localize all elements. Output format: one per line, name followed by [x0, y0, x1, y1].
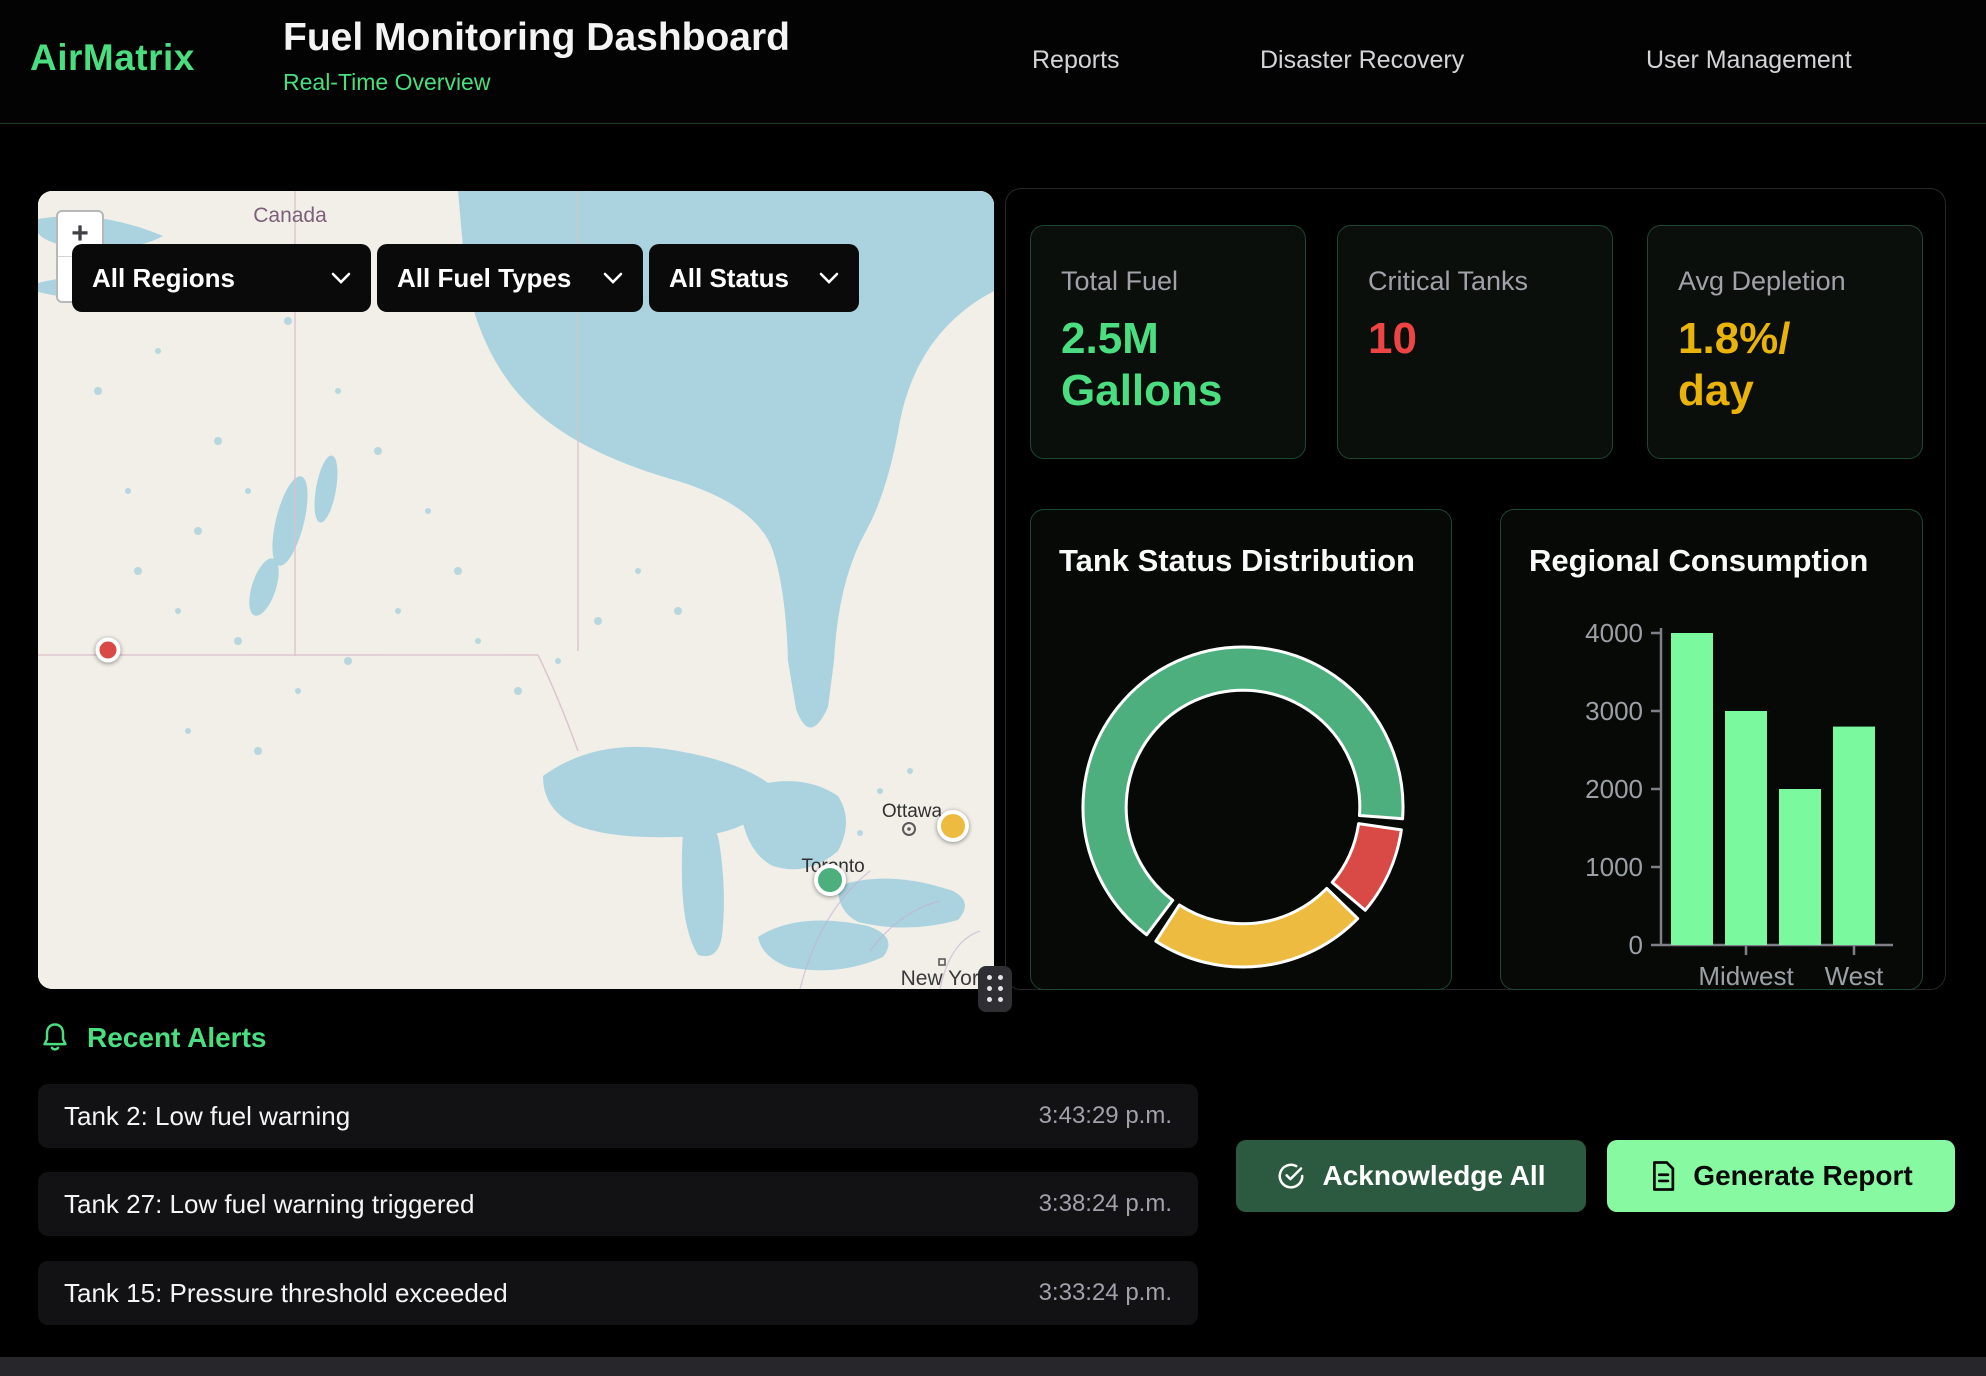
title-block: Fuel Monitoring Dashboard Real-Time Over…: [283, 16, 790, 96]
generate-report-label: Generate Report: [1693, 1160, 1912, 1192]
x-tick-label: Midwest: [1698, 961, 1794, 990]
alerts-title: Recent Alerts: [87, 1022, 266, 1054]
map-label-canada: Canada: [253, 204, 327, 227]
nav-disaster-recovery[interactable]: Disaster Recovery: [1260, 46, 1464, 75]
bar: [1833, 727, 1875, 945]
alert-row[interactable]: Tank 27: Low fuel warning triggered 3:38…: [38, 1172, 1198, 1236]
document-icon: [1649, 1160, 1677, 1192]
x-tick-label: West: [1825, 961, 1885, 990]
map-label-ottawa: Ottawa: [882, 801, 943, 822]
regional-consumption-bar-chart: 0 1000 2000 3000 4000 Midwest West: [1501, 510, 1923, 990]
fuel-types-dropdown[interactable]: All Fuel Types: [377, 244, 643, 312]
alert-timestamp: 3:33:24 p.m.: [1039, 1279, 1172, 1307]
stat-card-total-fuel: Total Fuel 2.5M Gallons: [1030, 225, 1306, 459]
stat-label: Critical Tanks: [1368, 266, 1582, 297]
chart-title: Regional Consumption: [1529, 543, 1868, 579]
tank-marker-warning[interactable]: [937, 810, 969, 842]
town-dot-ottawa-center: [907, 827, 911, 831]
stat-value: 2.5M Gallons: [1061, 313, 1216, 417]
fuel-tanks-map[interactable]: Canada Ottawa Toronto New York + − All R…: [38, 191, 994, 989]
alert-message: Tank 15: Pressure threshold exceeded: [64, 1278, 508, 1309]
footer-strip: [0, 1357, 1986, 1376]
page-title: Fuel Monitoring Dashboard: [283, 16, 790, 60]
stat-card-avg-depletion: Avg Depletion 1.8%/ day: [1647, 225, 1923, 459]
donut-segment-yellow-segment: [1156, 888, 1358, 967]
donut-segment-red-segment: [1332, 824, 1401, 911]
page-subtitle: Real-Time Overview: [283, 69, 790, 96]
fuel-monitoring-dashboard: AirMatrix Fuel Monitoring Dashboard Real…: [0, 0, 1986, 1376]
y-tick-label: 3000: [1585, 696, 1643, 726]
bar: [1725, 711, 1767, 945]
map-resize-handle[interactable]: [978, 966, 1012, 1012]
generate-report-button[interactable]: Generate Report: [1607, 1140, 1955, 1212]
acknowledge-all-label: Acknowledge All: [1322, 1160, 1545, 1192]
map-filter-bar: All Regions All Fuel Types All Status: [72, 244, 859, 312]
regional-consumption-chart-card: Regional Consumption 0 1000 2000 3000 4000 Mi…: [1500, 509, 1923, 990]
tank-status-donut-chart: [1031, 510, 1452, 990]
stat-value: 1.8%/ day: [1678, 313, 1833, 417]
map-label-new-york: New York: [901, 967, 990, 989]
regions-dropdown-value: All Regions: [92, 263, 235, 294]
nav-user-management[interactable]: User Management: [1646, 46, 1852, 75]
header: AirMatrix Fuel Monitoring Dashboard Real…: [0, 0, 1986, 124]
acknowledge-all-button[interactable]: Acknowledge All: [1236, 1140, 1586, 1212]
bell-icon: [40, 1022, 70, 1054]
y-tick-label: 1000: [1585, 852, 1643, 882]
chart-title: Tank Status Distribution: [1059, 543, 1415, 579]
y-tick-label: 0: [1629, 930, 1643, 960]
chevron-down-icon: [331, 272, 351, 285]
stat-card-critical-tanks: Critical Tanks 10: [1337, 225, 1613, 459]
alert-row[interactable]: Tank 2: Low fuel warning 3:43:29 p.m.: [38, 1084, 1198, 1148]
alert-row[interactable]: Tank 15: Pressure threshold exceeded 3:3…: [38, 1261, 1198, 1325]
chevron-down-icon: [819, 272, 839, 285]
brand-logo: AirMatrix: [30, 37, 195, 79]
y-tick-label: 4000: [1585, 618, 1643, 648]
tank-status-chart-card: Tank Status Distribution: [1030, 509, 1452, 990]
stat-label: Avg Depletion: [1678, 266, 1892, 297]
fuel-types-dropdown-value: All Fuel Types: [397, 263, 571, 294]
alerts-header: Recent Alerts: [40, 1022, 266, 1054]
alert-timestamp: 3:43:29 p.m.: [1039, 1102, 1172, 1130]
status-dropdown-value: All Status: [669, 263, 789, 294]
bar: [1671, 633, 1713, 945]
stat-value: 10: [1368, 313, 1523, 365]
alert-message: Tank 27: Low fuel warning triggered: [64, 1189, 474, 1220]
tank-marker-critical[interactable]: [96, 638, 121, 663]
y-tick-label: 2000: [1585, 774, 1643, 804]
regions-dropdown[interactable]: All Regions: [72, 244, 371, 312]
check-circle-icon: [1276, 1161, 1306, 1191]
status-dropdown[interactable]: All Status: [649, 244, 859, 312]
nav-reports[interactable]: Reports: [1032, 46, 1120, 75]
alert-message: Tank 2: Low fuel warning: [64, 1101, 350, 1132]
chevron-down-icon: [603, 272, 623, 285]
stat-label: Total Fuel: [1061, 266, 1275, 297]
tank-marker-normal[interactable]: [814, 864, 846, 896]
bar: [1779, 789, 1821, 945]
alert-timestamp: 3:38:24 p.m.: [1039, 1190, 1172, 1218]
